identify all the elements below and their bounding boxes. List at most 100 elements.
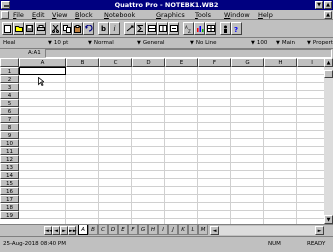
table-icon[interactable] xyxy=(205,22,216,35)
sheet-tab[interactable]: M xyxy=(198,225,208,235)
menu-graphics[interactable]: Graphics xyxy=(156,10,185,20)
row-header[interactable]: 9 xyxy=(0,131,19,139)
new-notebook-icon[interactable] xyxy=(2,22,13,35)
scroll-down-icon[interactable]: ▼ xyxy=(324,215,333,224)
speedsum-icon[interactable] xyxy=(135,22,146,35)
column-header[interactable]: B xyxy=(66,58,99,67)
sheet-tab[interactable]: K xyxy=(178,225,188,235)
first-sheet-button[interactable]: ◄◄ xyxy=(44,226,53,235)
horizontal-scrollbar[interactable]: ◄ ► xyxy=(210,226,324,235)
menu-help[interactable]: Help xyxy=(258,10,273,20)
row-header[interactable]: 7 xyxy=(0,115,19,123)
column-header[interactable]: E xyxy=(165,58,198,67)
menu-tools[interactable]: Tools xyxy=(195,10,211,20)
row-header[interactable]: 15 xyxy=(0,179,19,187)
help-icon[interactable]: ? xyxy=(231,22,242,35)
cut-icon[interactable] xyxy=(50,22,61,35)
sheet-tab[interactable]: I xyxy=(158,225,168,235)
row-header[interactable]: 14 xyxy=(0,171,19,179)
vertical-scrollbar[interactable]: ▲ ▼ xyxy=(324,58,333,224)
document-restore-button[interactable]: ▲ xyxy=(324,11,332,19)
graph-icon[interactable] xyxy=(194,22,205,35)
menu-notebook[interactable]: Notebook xyxy=(104,10,135,20)
undo-icon[interactable] xyxy=(83,22,94,35)
fit-icon[interactable] xyxy=(168,22,179,35)
sheet-tab[interactable]: F xyxy=(128,225,138,235)
scroll-right-icon[interactable]: ► xyxy=(315,226,324,235)
scroll-thumb[interactable] xyxy=(324,70,333,78)
active-cell[interactable] xyxy=(19,67,66,75)
sheet-tab[interactable]: C xyxy=(98,225,108,235)
column-header[interactable]: I xyxy=(297,58,327,67)
print-icon[interactable] xyxy=(35,22,46,35)
row-header[interactable]: 6 xyxy=(0,107,19,115)
bold-icon[interactable]: b xyxy=(98,22,109,35)
row-header[interactable]: 3 xyxy=(0,83,19,91)
menu-block[interactable]: Block xyxy=(75,10,93,20)
sheet-tab[interactable]: L xyxy=(188,225,198,235)
expert-icon[interactable] xyxy=(220,22,231,35)
cell-reference[interactable]: A:A1 xyxy=(28,49,41,58)
delete-icon[interactable] xyxy=(157,22,168,35)
insert-icon[interactable] xyxy=(146,22,157,35)
font-size-selector[interactable]: ▼ 10 pt xyxy=(48,39,68,48)
row-header[interactable]: 13 xyxy=(0,163,19,171)
prev-sheet-button[interactable]: ◄ xyxy=(52,226,60,235)
column-header[interactable]: G xyxy=(231,58,264,67)
row-header[interactable]: 16 xyxy=(0,187,19,195)
menu-view[interactable]: View xyxy=(52,10,67,20)
open-icon[interactable] xyxy=(13,22,24,35)
column-header[interactable]: C xyxy=(99,58,132,67)
select-all-corner[interactable] xyxy=(0,58,19,67)
copy-icon[interactable] xyxy=(61,22,72,35)
title-bar[interactable]: Quattro Pro - NOTEBK1.WB2 ▼ ▲ xyxy=(0,0,333,10)
sheet-tab[interactable]: B xyxy=(88,225,98,235)
column-header[interactable]: H xyxy=(264,58,297,67)
sheet-tab[interactable]: D xyxy=(108,225,118,235)
row-header[interactable]: 1 xyxy=(0,67,19,75)
zoom-selector[interactable]: ▼ 100 xyxy=(251,39,267,48)
column-header[interactable]: D xyxy=(132,58,165,67)
row-header[interactable]: 4 xyxy=(0,91,19,99)
document-system-menu-icon[interactable] xyxy=(1,11,9,19)
style-selector[interactable]: Heal xyxy=(3,39,15,48)
sheet-tab[interactable]: E xyxy=(118,225,128,235)
formula-input[interactable] xyxy=(45,49,332,58)
maximize-button[interactable]: ▲ xyxy=(324,1,332,9)
menu-file[interactable]: File xyxy=(13,10,24,20)
row-header[interactable]: 2 xyxy=(0,75,19,83)
row-header[interactable]: 8 xyxy=(0,123,19,131)
speedfill-icon[interactable] xyxy=(124,22,135,35)
scroll-left-icon[interactable]: ◄ xyxy=(210,226,219,235)
row-header[interactable]: 5 xyxy=(0,99,19,107)
sheet-tab[interactable]: G xyxy=(138,225,148,235)
text-style-selector[interactable]: ▼ Normal xyxy=(88,39,114,48)
row-header[interactable]: 17 xyxy=(0,195,19,203)
sheet-tab[interactable]: A xyxy=(78,225,88,235)
scroll-up-icon[interactable]: ▲ xyxy=(324,58,333,67)
save-icon[interactable] xyxy=(24,22,35,35)
property-selector[interactable]: ▼ Propert xyxy=(307,39,333,48)
next-sheet-button[interactable]: ► xyxy=(60,226,68,235)
line-drawing-selector[interactable]: ▼ No Line xyxy=(190,39,217,48)
numeric-format-selector[interactable]: ▼ General xyxy=(137,39,165,48)
italic-icon[interactable]: i xyxy=(109,22,120,35)
column-header[interactable]: F xyxy=(198,58,231,67)
row-header[interactable]: 11 xyxy=(0,147,19,155)
row-header[interactable]: 18 xyxy=(0,203,19,211)
sheet-tab[interactable]: H xyxy=(148,225,158,235)
sort-icon[interactable]: AZ xyxy=(183,22,194,35)
paste-icon[interactable] xyxy=(72,22,83,35)
last-sheet-button[interactable]: ►► xyxy=(68,226,77,235)
menu-edit[interactable]: Edit xyxy=(32,10,45,20)
dropdown-icon: ▼ xyxy=(251,40,255,46)
minimize-button[interactable]: ▼ xyxy=(315,1,323,9)
sheet-tab[interactable]: J xyxy=(168,225,178,235)
row-header[interactable]: 19 xyxy=(0,211,19,219)
row-header[interactable]: 10 xyxy=(0,139,19,147)
column-header[interactable]: A xyxy=(19,58,66,67)
row-header[interactable]: 12 xyxy=(0,155,19,163)
main-selector[interactable]: ▼ Main xyxy=(276,39,295,48)
spreadsheet-grid[interactable]: ABCDEFGHI 1 2 3 4 5 6 7 8 9 10 11 12 13 14 15 16 17 18 19 … xyxy=(0,58,333,224)
menu-window[interactable]: Window xyxy=(224,10,250,20)
